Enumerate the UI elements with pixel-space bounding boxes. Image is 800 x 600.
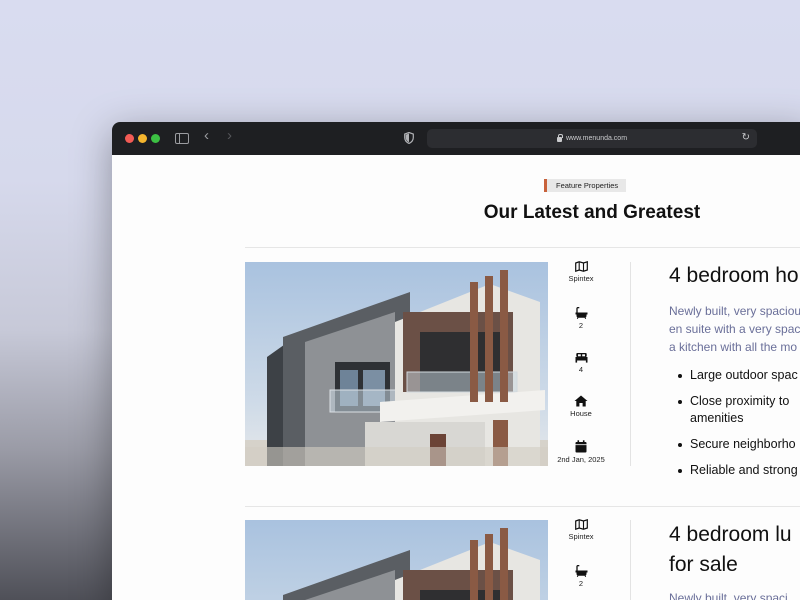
minimize-window-button[interactable] <box>138 134 147 143</box>
description-line: a kitchen with all the mo <box>669 340 798 354</box>
address-bar[interactable]: www.menunda.com ↻ <box>427 129 757 148</box>
close-window-button[interactable] <box>125 134 134 143</box>
property-description: Newly built, very spaci <box>669 589 800 600</box>
title-line: for sale <box>669 553 738 576</box>
description-line: en suite with a very spac <box>669 322 800 336</box>
url-text: www.menunda.com <box>565 135 628 142</box>
title-line: 4 bedroom lu <box>669 523 792 546</box>
location-label: Spintex <box>568 274 594 283</box>
back-icon[interactable]: ‹ <box>204 128 209 143</box>
reload-icon[interactable]: ↻ <box>742 132 750 143</box>
bath-icon <box>575 565 587 577</box>
divider <box>245 247 800 248</box>
bathrooms-count: 2 <box>578 321 584 330</box>
property-description: Newly built, very spacious en suite with… <box>669 302 800 356</box>
bed-icon <box>575 353 587 363</box>
browser-titlebar: ‹ › www.menunda.com ↻ <box>112 122 800 155</box>
listing-date: 2nd Jan, 2025 <box>557 455 605 464</box>
feature-item: Close proximity to amenities <box>669 393 798 427</box>
map-icon <box>574 519 588 530</box>
feature-text: Close proximity to <box>690 394 790 408</box>
privacy-shield-icon[interactable] <box>404 131 414 147</box>
feature-text: amenities <box>690 411 744 425</box>
sidebar-toggle-icon[interactable] <box>175 133 189 144</box>
vertical-divider <box>630 520 631 600</box>
property-image[interactable] <box>245 262 548 466</box>
meta-bathrooms: 2 <box>548 565 614 588</box>
meta-bathrooms: 2 <box>548 307 614 330</box>
zoom-window-button[interactable] <box>151 134 160 143</box>
property-title[interactable]: 4 bedroom ho <box>669 261 799 291</box>
section-title: Our Latest and Greatest <box>483 202 701 223</box>
meta-bedrooms: 4 <box>548 352 614 374</box>
meta-location: Spintex <box>548 519 614 541</box>
divider <box>245 506 800 507</box>
browser-window: ‹ › www.menunda.com ↻ Feature Properties… <box>112 122 800 600</box>
description-line: Newly built, very spacious <box>669 304 800 318</box>
bathrooms-count: 2 <box>578 579 584 588</box>
property-title[interactable]: 4 bedroom lu for sale <box>669 520 792 580</box>
meta-type: House <box>548 395 614 418</box>
section-tag: Feature Properties <box>544 179 627 192</box>
description-line: Newly built, very spaci <box>669 591 788 600</box>
forward-icon[interactable]: › <box>227 128 232 143</box>
house-icon <box>574 395 588 407</box>
bath-icon <box>575 307 587 319</box>
location-label: Spintex <box>568 532 594 541</box>
feature-item: Reliable and strong <box>669 462 798 479</box>
bedrooms-count: 4 <box>578 365 584 374</box>
meta-location: Spintex <box>548 261 614 283</box>
map-icon <box>574 261 588 272</box>
feature-item: Secure neighborho <box>669 436 798 453</box>
meta-date: 2nd Jan, 2025 <box>548 440 614 464</box>
property-type: House <box>570 409 592 418</box>
page-content: Feature Properties Our Latest and Greate… <box>112 155 800 600</box>
property-image[interactable] <box>245 520 548 600</box>
feature-item: Large outdoor spac <box>669 367 798 384</box>
lock-icon <box>556 134 563 142</box>
feature-list: Large outdoor spac Close proximity to ame… <box>669 367 798 488</box>
calendar-icon <box>575 440 587 453</box>
vertical-divider <box>630 262 631 466</box>
